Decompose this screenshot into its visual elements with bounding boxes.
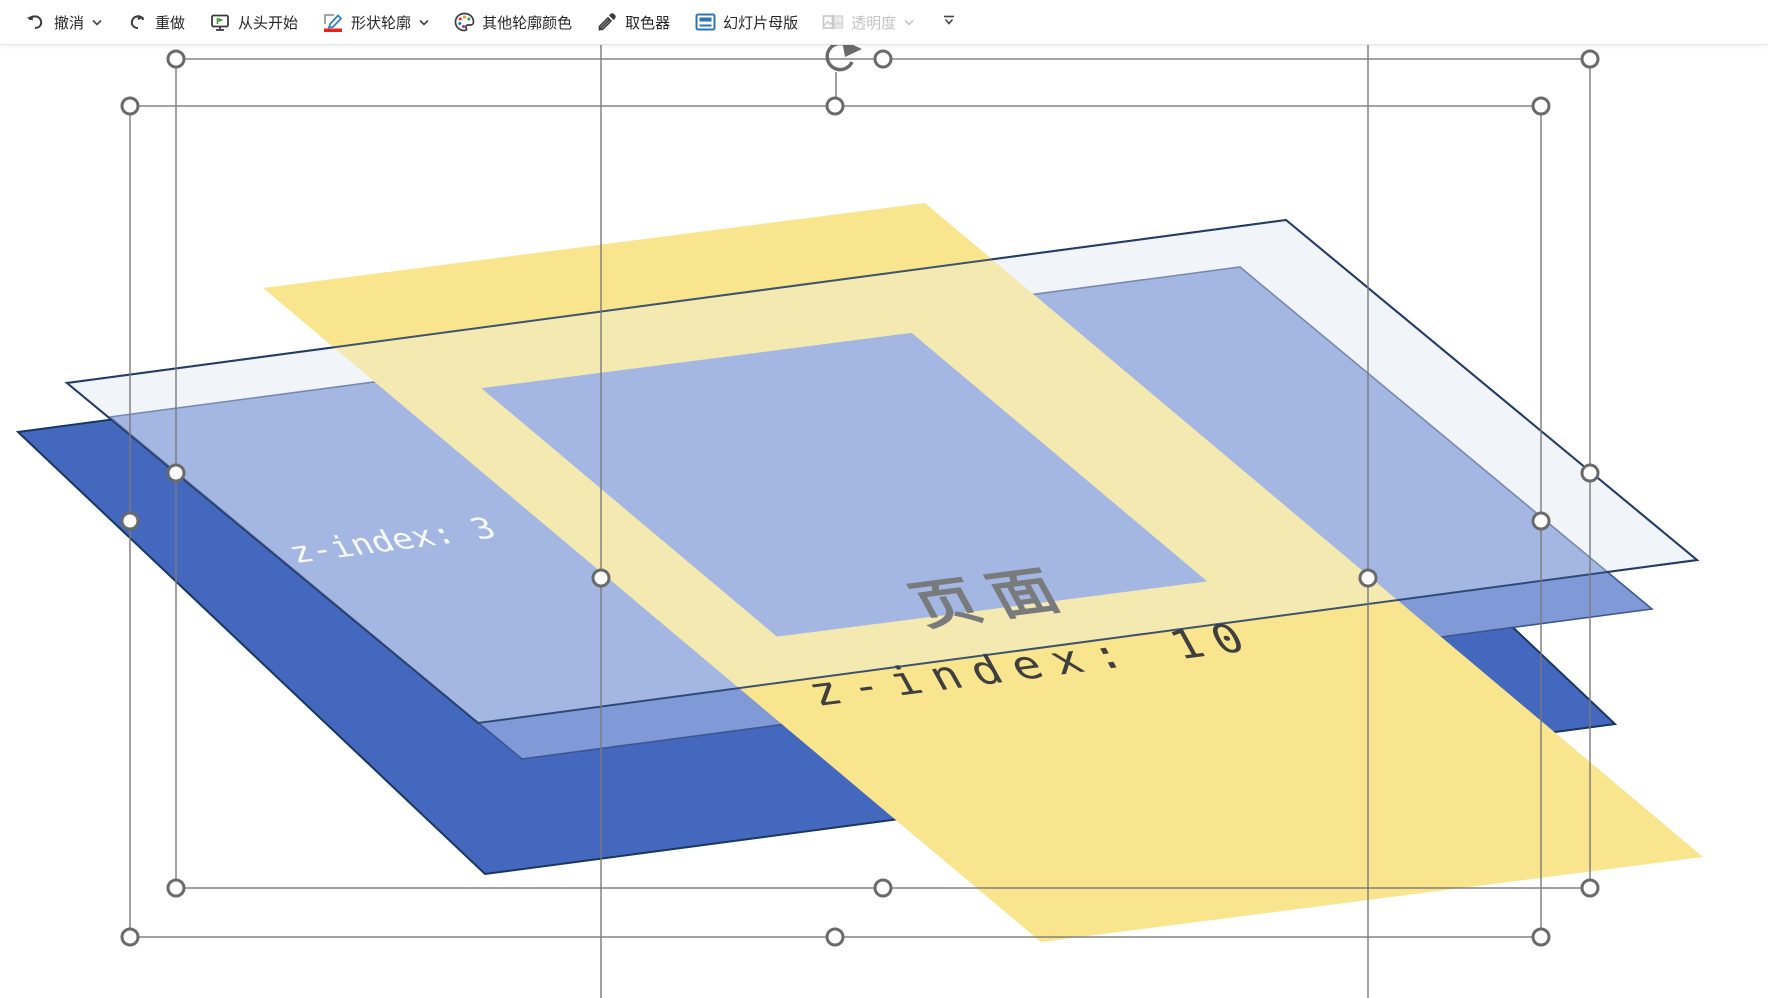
selection-handle[interactable]	[873, 878, 893, 898]
undo-icon	[25, 11, 47, 33]
quick-access-toolbar: 撤消 重做 从头开始 形状轮廓 其他轮廓颜色 取色器 幻灯片母版 透明度	[0, 0, 1768, 45]
selection-handle[interactable]	[120, 511, 140, 531]
selection-handle[interactable]	[166, 49, 186, 69]
redo-button[interactable]: 重做	[114, 5, 197, 39]
more-outline-colors-label: 其他轮廓颜色	[482, 14, 573, 32]
selection-handle[interactable]	[1580, 463, 1600, 483]
more-outline-colors-button[interactable]: 其他轮廓颜色	[441, 5, 584, 39]
slide-canvas: z-index: 3 页面 z-index: 10	[15, 40, 1703, 998]
undo-label: 撤消	[54, 14, 85, 32]
slide-master-icon	[694, 11, 716, 33]
selection-handle[interactable]	[1358, 568, 1378, 588]
overflow-chevron-icon	[942, 13, 956, 31]
selection-handle[interactable]	[1580, 878, 1600, 898]
selection-handle[interactable]	[1531, 511, 1551, 531]
selection-handle[interactable]	[166, 878, 186, 898]
shape-outline-icon	[322, 11, 344, 33]
chevron-down-icon	[904, 19, 914, 26]
transparency-label: 透明度	[851, 14, 897, 32]
selection-handle[interactable]	[120, 96, 140, 116]
redo-icon	[126, 11, 148, 33]
transparency-icon	[822, 11, 844, 33]
start-from-beginning-label: 从头开始	[238, 14, 299, 32]
selection-handle[interactable]	[825, 927, 845, 947]
selection-handle[interactable]	[591, 568, 611, 588]
shape-outline-label: 形状轮廓	[351, 14, 412, 32]
selection-handle[interactable]	[120, 927, 140, 947]
selection-handle[interactable]	[166, 463, 186, 483]
slide-master-button[interactable]: 幻灯片母版	[682, 5, 810, 39]
slide-master-label: 幻灯片母版	[723, 14, 799, 32]
selection-handle[interactable]	[1580, 49, 1600, 69]
eyedropper-button[interactable]: 取色器	[584, 5, 682, 39]
selection-handle[interactable]	[873, 49, 893, 69]
chevron-down-icon[interactable]	[92, 19, 102, 26]
transparency-button: 透明度	[810, 5, 926, 39]
shape-outline-button[interactable]: 形状轮廓	[310, 5, 441, 39]
start-from-beginning-button[interactable]: 从头开始	[197, 5, 310, 39]
eyedropper-icon	[596, 11, 618, 33]
selection-handle[interactable]	[1531, 96, 1551, 116]
redo-label: 重做	[155, 14, 186, 32]
color-palette-icon	[453, 11, 475, 33]
selection-handle[interactable]	[825, 96, 845, 116]
play-from-start-icon	[209, 11, 231, 33]
chevron-down-icon[interactable]	[419, 19, 429, 26]
toolbar-overflow-button[interactable]	[934, 5, 964, 39]
undo-button[interactable]: 撤消	[13, 5, 114, 39]
selection-handle[interactable]	[1531, 927, 1551, 947]
eyedropper-label: 取色器	[625, 14, 671, 32]
presentation-editor: { "toolbar": { "items": [ { "id": "undo"…	[0, 0, 1768, 998]
